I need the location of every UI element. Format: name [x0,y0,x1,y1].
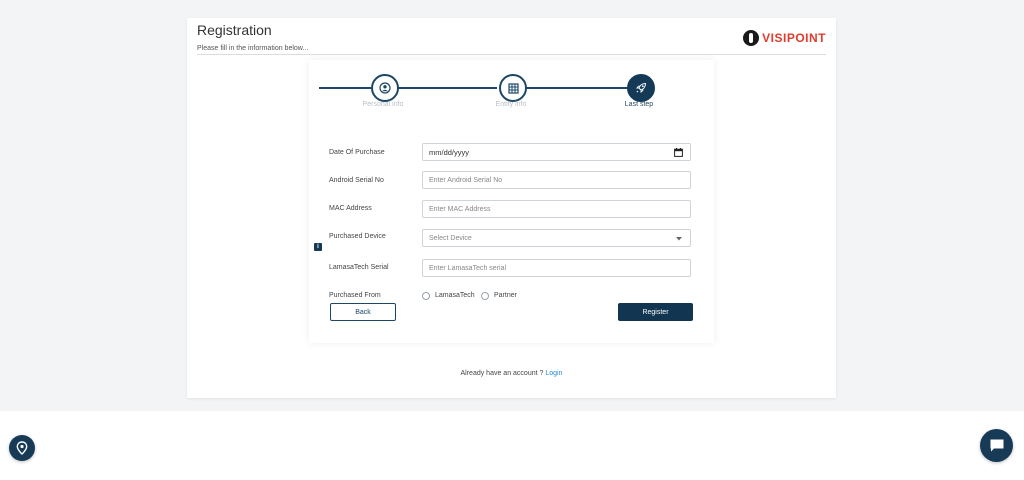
step-entity-info[interactable] [499,74,527,102]
mac-address-label: MAC Address [329,205,372,212]
lamasatech-serial-label: LamasaTech Serial [329,264,389,271]
user-icon [379,82,391,94]
page-bottom-band [0,411,1024,480]
page-title: Registration [197,22,272,38]
register-button[interactable]: Register [618,303,693,321]
purchased-from-label: Purchased From [329,292,381,299]
step-label-last-step: Last step [624,101,654,108]
page-subtitle: Please fill in the information below... [197,45,309,52]
radio-partner-label[interactable]: Partner [494,292,517,299]
purchased-device-value: Select Device [429,234,472,242]
rocket-icon [636,82,647,93]
date-of-purchase-input[interactable]: mm/dd/yyyy [422,143,691,161]
step-last-step[interactable] [627,74,655,102]
calendar-icon[interactable] [674,148,683,157]
stepper-line [395,87,497,89]
back-button[interactable]: Back [330,303,396,321]
android-serial-input[interactable]: Enter Android Serial No [422,171,691,189]
account-text: Already have an account ? [460,370,544,377]
radio-partner[interactable] [481,292,489,300]
chat-icon [990,439,1003,452]
registration-card: Registration Please fill in the informat… [187,18,836,398]
radio-lamasatech-label[interactable]: LamasaTech [435,292,475,299]
location-fab-button[interactable] [9,435,35,461]
date-of-purchase-value: mm/dd/yyyy [429,147,470,157]
logo-mark-icon [743,30,760,46]
info-icon[interactable]: i [314,243,322,251]
login-link[interactable]: Login [545,370,562,377]
visipoint-logo: VISIPOINT [743,29,826,47]
purchased-device-label: Purchased Device [329,233,386,240]
stepper-line [319,87,371,89]
lamasatech-serial-input[interactable]: Enter LamasaTech serial [422,259,691,277]
logo-text: VISIPOINT [762,31,826,45]
stepper-line [523,87,627,89]
already-have-account: Already have an account ? Login [187,370,836,377]
radio-lamasatech[interactable] [422,292,430,300]
map-pin-icon [16,441,28,455]
chat-fab-button[interactable] [980,429,1013,462]
mac-address-input[interactable]: Enter MAC Address [422,200,691,218]
purchased-device-select[interactable]: Select Device [422,229,691,247]
registration-header: Registration Please fill in the informat… [197,22,826,55]
step-label-personal-info: Personal info [362,101,404,108]
grid-icon [507,82,519,94]
android-serial-label: Android Serial No [329,177,384,184]
step-label-entity-info: Entity info [495,101,527,108]
form-card: Personal info Entity info Last step Date… [309,60,714,343]
step-personal-info[interactable] [371,74,399,102]
date-of-purchase-label: Date Of Purchase [329,149,385,156]
chevron-down-icon [676,237,682,241]
